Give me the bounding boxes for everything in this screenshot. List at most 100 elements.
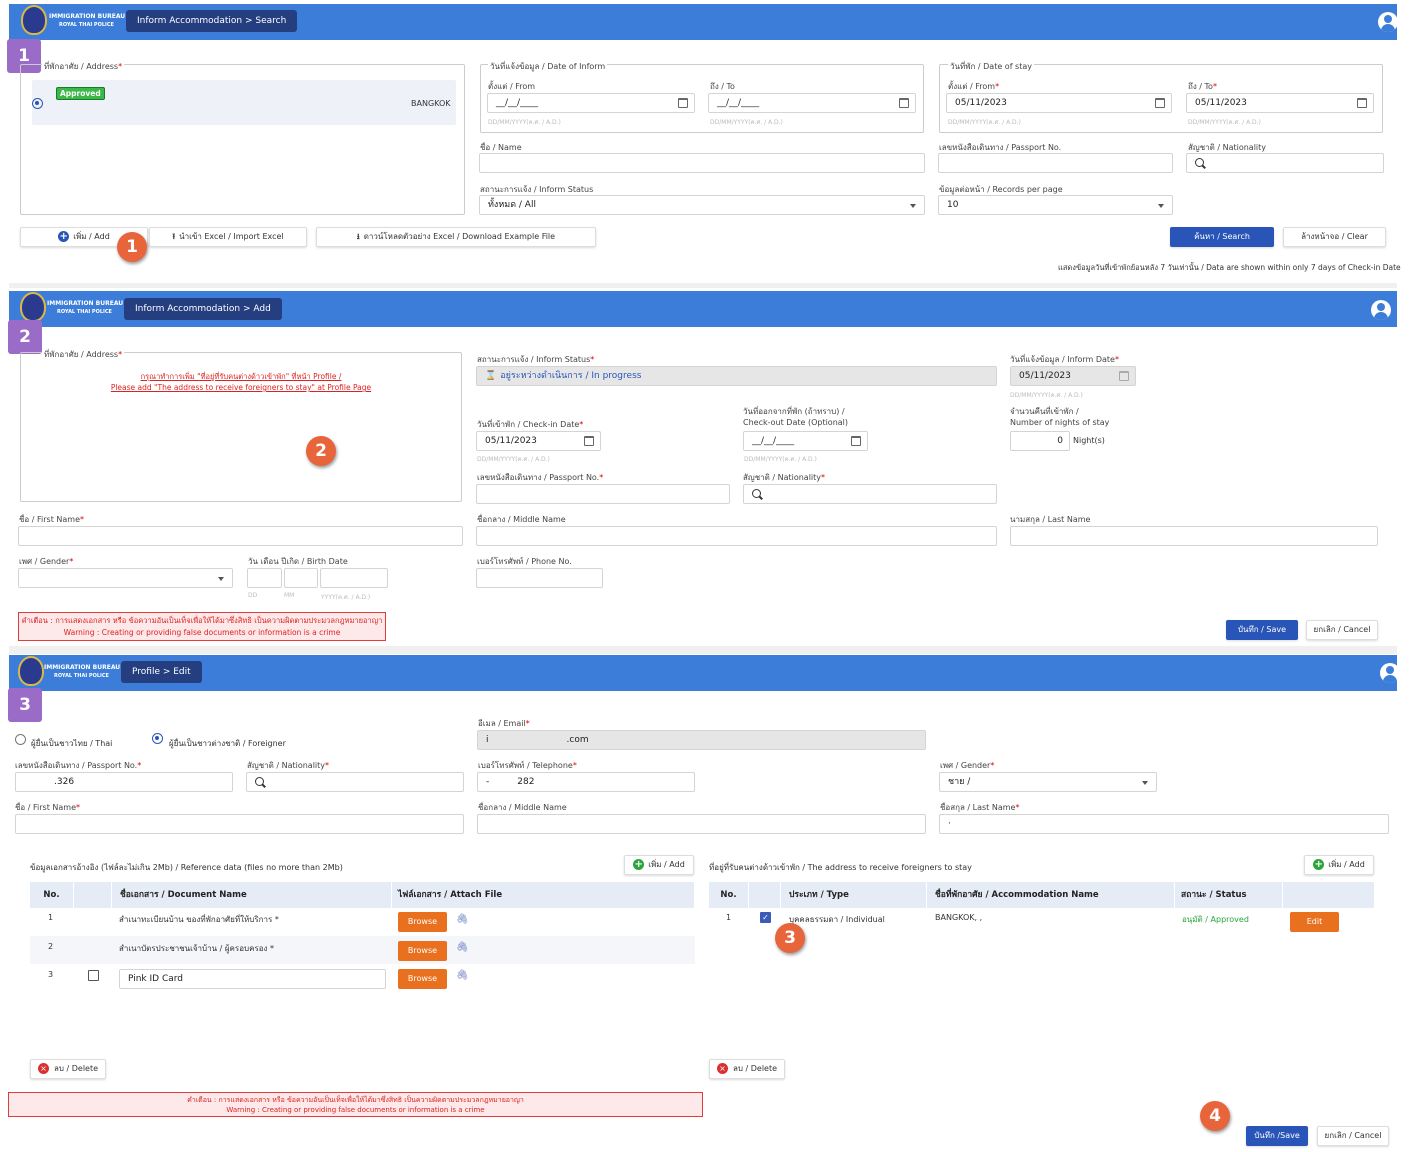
calendar-icon[interactable] — [1155, 98, 1165, 108]
import-excel-button[interactable]: ⭱ นำเข้า Excel / Import Excel — [149, 227, 307, 247]
calendar-icon[interactable] — [1357, 98, 1367, 108]
cancel-button[interactable]: ยกเลิก / Cancel — [1306, 620, 1378, 640]
stay-from-input[interactable]: 05/11/2023 — [946, 93, 1172, 113]
birth-year-input[interactable] — [320, 568, 388, 588]
gender-select[interactable]: ชาย / — [939, 772, 1157, 792]
row-checkbox[interactable] — [88, 970, 99, 981]
address-city: BANGKOK — [411, 99, 451, 108]
radio-foreigner[interactable] — [152, 733, 163, 744]
col-select — [749, 882, 781, 908]
records-select[interactable]: 10 — [938, 195, 1173, 215]
date-hint: DD/MM/YYYY(ค.ศ. / A.D.) — [744, 456, 817, 463]
chevron-down-icon — [218, 577, 224, 581]
last-name-input[interactable]: · — [939, 814, 1389, 834]
address-radio[interactable] — [32, 98, 43, 109]
user-account-icon[interactable] — [1380, 663, 1400, 683]
first-name-label: ชื่อ / First Name* — [19, 515, 84, 524]
paperclip-icon: 🖇 — [456, 942, 469, 953]
last-name-input[interactable] — [1010, 526, 1378, 546]
date-hint: DD/MM/YYYY(ค.ศ. / A.D.) — [1010, 392, 1083, 399]
nationality-input[interactable] — [246, 772, 464, 792]
calendar-icon[interactable] — [899, 98, 909, 108]
stay-from-label: ตั้งแต่ / From* — [948, 82, 1000, 91]
download-icon: ⭳ — [356, 232, 360, 241]
browse-button[interactable]: Browse — [398, 969, 447, 989]
middle-name-input[interactable] — [477, 814, 926, 834]
browse-button[interactable]: Browse — [398, 941, 447, 961]
inform-date-legend: วันที่แจ้งข้อมูล / Date of Inform — [488, 60, 608, 73]
birth-month-input[interactable] — [284, 568, 318, 588]
date-hint: DD/MM/YYYY(ค.ศ. / A.D.) — [710, 119, 783, 126]
nights-input[interactable]: 0 — [1010, 431, 1070, 451]
save-button[interactable]: บันทึก /Save — [1246, 1126, 1308, 1146]
passport-input[interactable] — [476, 484, 730, 504]
clear-button[interactable]: ล้างหน้าจอ / Clear — [1283, 227, 1386, 247]
email-field: i .com — [477, 730, 926, 750]
checkout-input[interactable]: __/__/____ — [743, 431, 868, 451]
doc-name-input[interactable]: Pink ID Card — [119, 969, 386, 989]
gender-select[interactable] — [18, 568, 233, 588]
add-document-button[interactable]: + เพิ่ม / Add — [624, 855, 694, 875]
calendar-icon[interactable] — [584, 436, 594, 446]
nights-label: จำนวนคืนที่เข้าพัก / Number of nights of … — [1010, 407, 1110, 427]
middle-name-label: ชื่อกลาง / Middle Name — [477, 515, 566, 524]
plus-circle-icon: + — [1313, 859, 1325, 870]
delete-document-button[interactable]: × ลบ / Delete — [30, 1059, 106, 1079]
calendar-icon[interactable] — [678, 98, 688, 108]
checkin-input[interactable]: 05/11/2023 — [476, 431, 601, 451]
inform-from-input[interactable]: __/__/____ — [487, 93, 695, 113]
close-circle-icon: × — [716, 1063, 728, 1074]
search-button[interactable]: ค้นหา / Search — [1170, 227, 1274, 247]
birth-day-input[interactable] — [247, 568, 282, 588]
radio-thai[interactable] — [15, 734, 26, 745]
browse-button[interactable]: Browse — [398, 912, 447, 932]
col-no: No. — [709, 882, 749, 908]
phone-input[interactable] — [476, 568, 603, 588]
add-address-button[interactable]: + เพิ่ม / Add — [1304, 855, 1374, 875]
chevron-down-icon — [910, 204, 916, 208]
add-address-link[interactable]: กรุณาทำการเพิ่ม "ที่อยู่ที่รับคนต่างด้าว… — [20, 371, 462, 393]
stay-legend: วันที่พัก / Date of stay — [948, 60, 1034, 73]
radio-thai-label: ผู้ยื่นเป็นชาวไทย / Thai — [31, 739, 113, 748]
passport-input[interactable]: .326 — [15, 772, 233, 792]
save-button[interactable]: บันทึก / Save — [1226, 620, 1298, 640]
col-select — [74, 882, 112, 908]
telephone-input[interactable]: -282 — [477, 772, 695, 792]
calendar-icon[interactable] — [851, 436, 861, 446]
status-label: สถานะการแจ้ง / Inform Status* — [477, 355, 595, 364]
birth-date-label: วัน เดือน ปีเกิด / Birth Date — [248, 557, 348, 566]
chevron-down-icon — [1158, 204, 1164, 208]
inform-to-input[interactable]: __/__/____ — [708, 93, 916, 113]
stay-to-input[interactable]: 05/11/2023 — [1186, 93, 1374, 113]
status-select[interactable]: ทั้งหมด / All — [479, 195, 925, 215]
edit-button[interactable]: Edit — [1290, 912, 1339, 932]
row-no: 3 — [48, 970, 54, 979]
download-example-button[interactable]: ⭳ ดาวน์โหลดตัวอย่าง Excel / Download Exam… — [316, 227, 596, 247]
passport-input[interactable] — [938, 153, 1173, 173]
last-name-label: ชื่อสกุล / Last Name* — [940, 803, 1020, 812]
breadcrumb[interactable]: Inform Accommodation > Add — [124, 298, 282, 320]
addr-row-checkbox[interactable]: ✓ — [760, 912, 771, 923]
nationality-input[interactable] — [743, 484, 997, 504]
upload-icon: ⭱ — [172, 232, 176, 241]
logo-text: IMMIGRATION BUREAU ROYAL THAI POLICE — [47, 300, 124, 315]
user-account-icon[interactable] — [1371, 300, 1391, 320]
nationality-input[interactable] — [1186, 153, 1384, 173]
middle-name-label: ชื่อกลาง / Middle Name — [478, 803, 567, 812]
middle-name-input[interactable] — [476, 526, 997, 546]
cancel-button[interactable]: ยกเลิก / Cancel — [1317, 1126, 1389, 1146]
checkout-label: วันที่ออกจากที่พัก (ถ้าทราบ) / Check-out … — [743, 407, 849, 427]
first-name-input[interactable] — [18, 526, 463, 546]
paperclip-icon: 🖇 — [456, 970, 469, 981]
addr-row-status: อนุมัติ / Approved — [1182, 915, 1249, 924]
passport-label: เลขหนังสือเดินทาง / Passport No.* — [477, 473, 604, 482]
name-input[interactable] — [479, 153, 925, 173]
gender-label: เพศ / Gender* — [940, 761, 995, 770]
breadcrumb[interactable]: Inform Accommodation > Search — [126, 10, 298, 32]
step-marker-3: 3 — [8, 688, 42, 722]
user-account-icon[interactable] — [1378, 12, 1398, 32]
first-name-input[interactable] — [15, 814, 464, 834]
nationality-label: สัญชาติ / Nationality* — [247, 761, 330, 770]
delete-address-button[interactable]: × ลบ / Delete — [709, 1059, 785, 1079]
breadcrumb[interactable]: Profile > Edit — [121, 661, 202, 683]
